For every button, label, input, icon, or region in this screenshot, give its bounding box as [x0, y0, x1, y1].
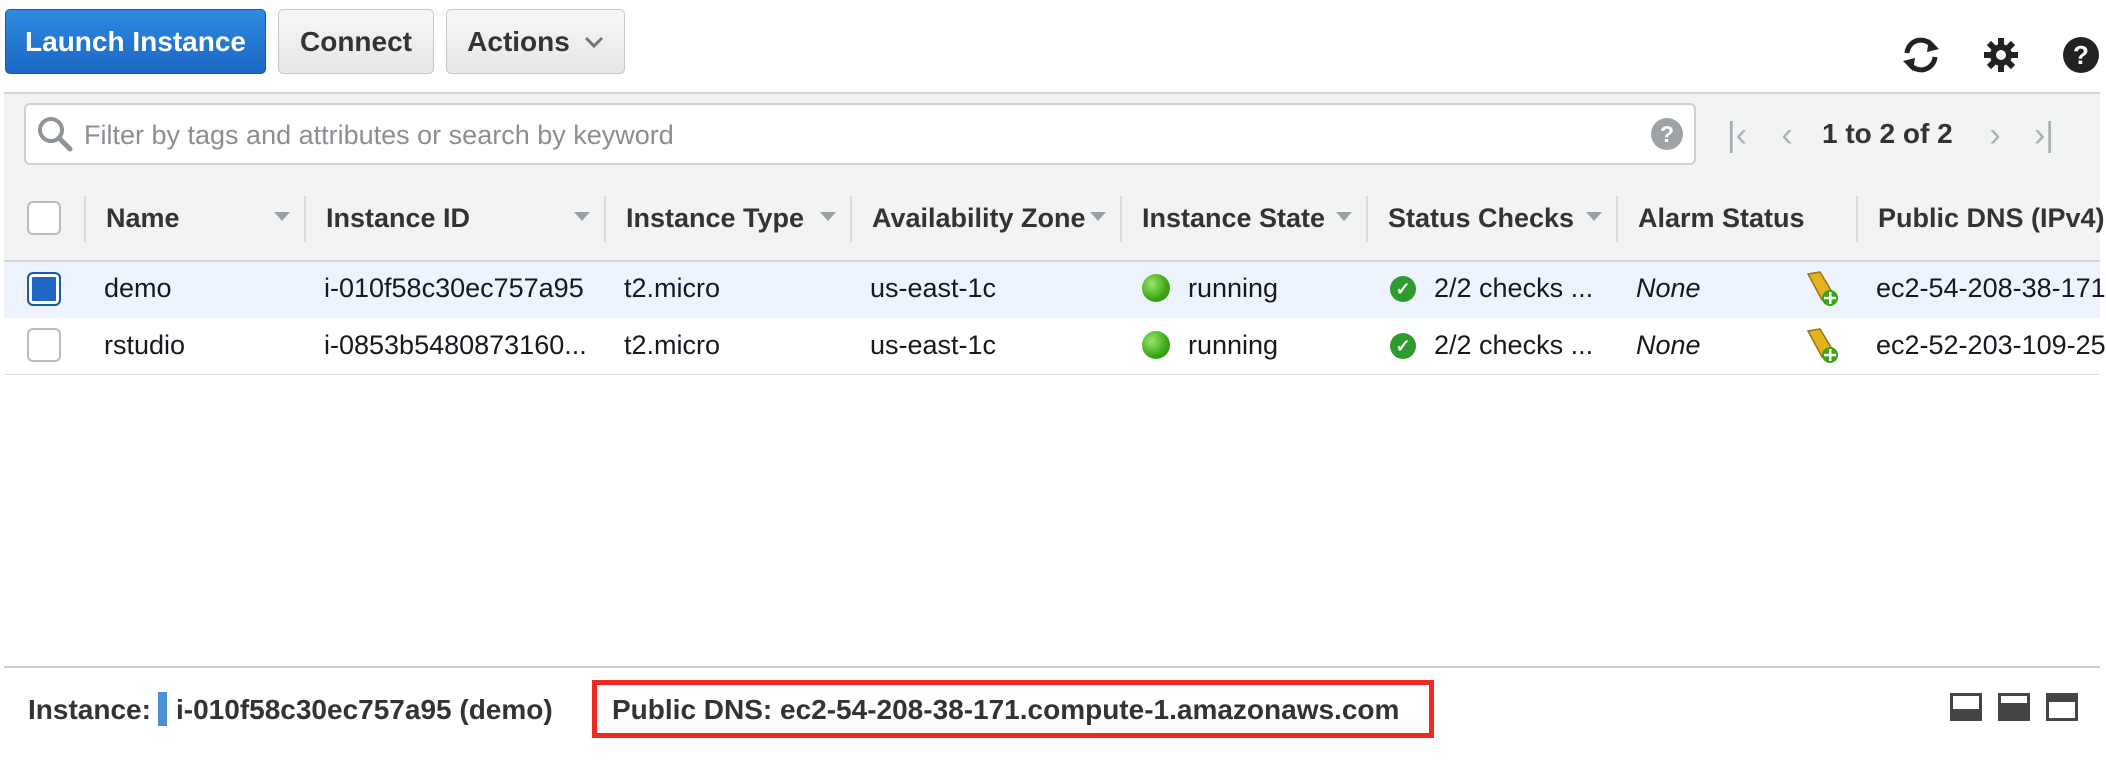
layout-top-icon[interactable] — [2046, 693, 2078, 721]
column-divider — [84, 196, 86, 242]
svg-text:?: ? — [2073, 40, 2089, 70]
pagination-text: 1 to 2 of 2 — [1822, 118, 1953, 149]
select-all-checkbox[interactable] — [27, 201, 61, 235]
public-dns-text: Public DNS: ec2-54-208-38-171.compute-1.… — [612, 694, 1400, 725]
launch-instance-label: Launch Instance — [25, 25, 246, 57]
cell-instance-state: running — [1188, 330, 1279, 360]
search-icon — [38, 117, 73, 152]
layout-split-icon[interactable] — [1998, 693, 2030, 721]
column-header-public-dns[interactable]: Public DNS (IPv4) — [1878, 203, 2105, 234]
cell-status-checks[interactable]: 2/2 checks ... — [1434, 330, 1593, 361]
column-header-alarm-status[interactable]: Alarm Status — [1638, 203, 1805, 234]
column-header-availability-zone[interactable]: Availability Zone — [872, 203, 1086, 234]
connect-button[interactable]: Connect — [278, 9, 434, 74]
cell-alarm-status: None — [1636, 273, 1701, 303]
running-status-icon — [1142, 274, 1170, 302]
running-status-icon — [1142, 331, 1170, 359]
check-circle-icon: ✓ — [1390, 276, 1416, 302]
cell-availability-zone: us-east-1c — [870, 273, 997, 303]
column-header-instance-state[interactable]: Instance State — [1142, 203, 1325, 234]
search-input[interactable] — [82, 113, 1646, 157]
column-divider — [850, 196, 852, 242]
selected-instance-marker — [158, 692, 167, 726]
chevron-down-icon — [584, 36, 603, 48]
sort-icon[interactable] — [1090, 212, 1106, 221]
sort-icon[interactable] — [274, 212, 290, 221]
cell-availability-zone: us-east-1c — [870, 330, 997, 360]
table-row[interactable] — [4, 261, 2100, 319]
sort-icon[interactable] — [574, 212, 590, 221]
actions-button[interactable]: Actions — [446, 9, 625, 74]
instance-value: i-010f58c30ec757a95 (demo) — [176, 694, 553, 725]
gear-icon[interactable] — [1978, 32, 2024, 78]
column-header-instance-id[interactable]: Instance ID — [326, 203, 470, 234]
cell-name: demo — [104, 273, 172, 303]
column-divider — [1120, 196, 1122, 242]
actions-label: Actions — [467, 25, 570, 57]
instance-label: Instance: — [28, 694, 151, 725]
column-header-name[interactable]: Name — [106, 203, 180, 234]
connect-label: Connect — [300, 25, 412, 57]
cell-instance-id: i-010f58c30ec757a95 — [324, 273, 584, 303]
add-alarm-icon[interactable] — [1804, 270, 1840, 308]
table-row[interactable] — [4, 318, 2100, 375]
column-header-instance-type[interactable]: Instance Type — [626, 203, 804, 234]
last-page-icon[interactable]: ›| — [2026, 105, 2062, 165]
search-help-icon[interactable]: ? — [1650, 117, 1684, 151]
cell-public-dns: ec2-54-208-38-171 — [1876, 273, 2106, 303]
column-header-status-checks[interactable]: Status Checks — [1388, 203, 1574, 234]
column-divider — [1616, 196, 1618, 242]
help-icon[interactable]: ? — [2058, 32, 2104, 78]
refresh-icon[interactable] — [1898, 32, 1944, 78]
search-box: ? — [24, 103, 1696, 165]
check-circle-icon: ✓ — [1390, 333, 1416, 359]
cell-alarm-status: None — [1636, 330, 1701, 360]
first-page-icon[interactable]: |‹ — [1722, 105, 1752, 165]
add-alarm-icon[interactable] — [1804, 327, 1840, 365]
sort-icon[interactable] — [820, 212, 836, 221]
launch-instance-button[interactable]: Launch Instance — [5, 9, 266, 74]
cell-instance-type: t2.micro — [624, 273, 721, 303]
column-divider — [1856, 196, 1858, 242]
cell-name: rstudio — [104, 330, 186, 360]
resize-divider[interactable] — [4, 666, 2100, 668]
svg-text:?: ? — [1660, 121, 1674, 147]
next-page-icon[interactable]: › — [1980, 105, 2010, 165]
cell-instance-id: i-0853b5480873160... — [324, 330, 587, 360]
layout-bottom-icon[interactable] — [1950, 693, 1982, 721]
cell-instance-type: t2.micro — [624, 330, 721, 360]
column-divider — [604, 196, 606, 242]
cell-instance-state: running — [1188, 273, 1279, 303]
cell-public-dns: ec2-52-203-109-25 — [1876, 330, 2106, 360]
column-divider — [1366, 196, 1368, 242]
sort-icon[interactable] — [1586, 212, 1602, 221]
prev-page-icon[interactable]: ‹ — [1772, 105, 1802, 165]
row-checkbox[interactable] — [27, 328, 61, 362]
sort-icon[interactable] — [1336, 212, 1352, 221]
column-divider — [304, 196, 306, 242]
row-checkbox[interactable] — [27, 272, 61, 306]
cell-status-checks[interactable]: 2/2 checks ... — [1434, 273, 1593, 304]
